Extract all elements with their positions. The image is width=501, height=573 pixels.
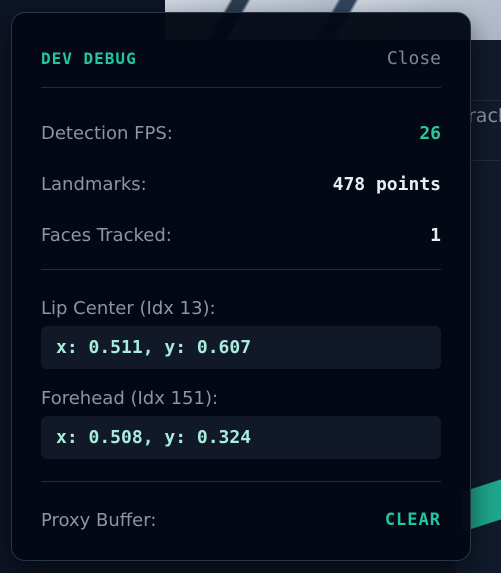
forehead-coords-box: x: 0.508, y: 0.324 — [41, 416, 441, 459]
faces-value: 1 — [430, 224, 441, 246]
landmarks-row: Landmarks: 478 points — [41, 171, 441, 197]
proxy-buffer-label: Proxy Buffer: — [41, 509, 157, 531]
header-divider — [41, 87, 441, 88]
close-button[interactable]: Close — [387, 48, 441, 69]
fps-row: Detection FPS: 26 — [41, 120, 441, 146]
fps-label: Detection FPS: — [41, 122, 173, 144]
proxy-buffer-row: Proxy Buffer: CLEAR — [41, 507, 441, 533]
lip-center-coords-box: x: 0.511, y: 0.607 — [41, 326, 441, 369]
background-partial-text: rack — [468, 105, 501, 127]
clear-button[interactable]: CLEAR — [385, 510, 441, 530]
faces-label: Faces Tracked: — [41, 224, 172, 246]
faces-row: Faces Tracked: 1 — [41, 222, 441, 248]
lip-center-label: Lip Center (Idx 13): — [41, 298, 216, 319]
forehead-coords: x: 0.508, y: 0.324 — [56, 427, 252, 448]
stats-divider — [41, 269, 441, 270]
dev-debug-panel: DEV DEBUG Close Detection FPS: 26 Landma… — [11, 12, 471, 561]
panel-header: DEV DEBUG Close — [41, 43, 441, 73]
landmarks-value: 478 points — [332, 173, 441, 195]
background-divider — [470, 160, 501, 161]
lip-center-coords: x: 0.511, y: 0.607 — [56, 337, 252, 358]
landmarks-label: Landmarks: — [41, 173, 147, 195]
background-divider — [470, 100, 501, 101]
coords-divider — [41, 481, 441, 482]
panel-title: DEV DEBUG — [41, 48, 137, 68]
fps-value: 26 — [419, 122, 441, 144]
forehead-label: Forehead (Idx 151): — [41, 388, 219, 409]
